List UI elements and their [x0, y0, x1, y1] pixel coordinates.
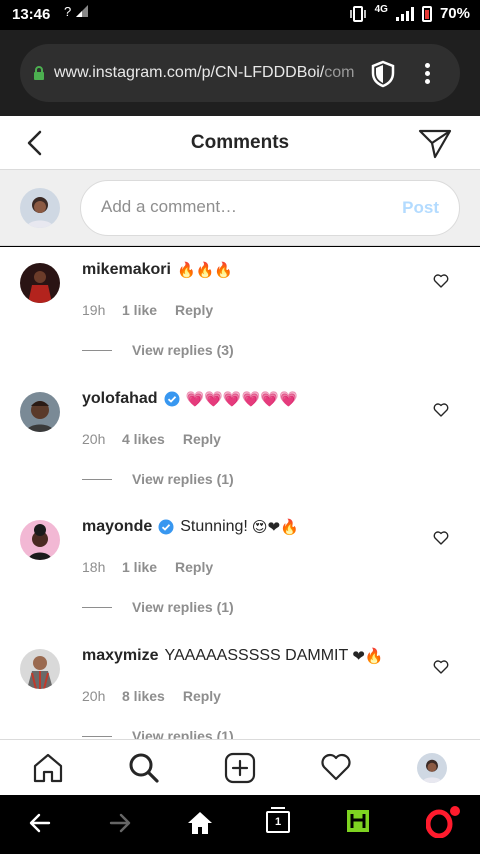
comment-composer: Post: [0, 170, 480, 246]
comment-time: 19h: [82, 302, 106, 318]
download-icon[interactable]: [346, 809, 370, 833]
status-indicators: 4G 70%: [349, 4, 470, 22]
like-heart-icon[interactable]: [433, 403, 449, 417]
network-unknown-label: ?: [64, 4, 72, 19]
comment-emoji: ❤🔥: [352, 647, 384, 665]
status-bar: 13:46 ? 4G 70%: [0, 0, 480, 30]
like-heart-icon[interactable]: [433, 660, 449, 674]
view-replies-label: View replies (3): [132, 342, 234, 358]
comment-input[interactable]: [101, 197, 391, 217]
replies-divider: [82, 735, 112, 737]
bottom-nav: [0, 739, 480, 795]
lock-icon: [34, 66, 44, 80]
comment-body: Stunning!: [180, 518, 248, 535]
battery-icon: [421, 5, 432, 22]
view-replies-label: View replies (1): [132, 728, 234, 739]
back-arrow-icon[interactable]: [28, 811, 52, 835]
home-icon[interactable]: [32, 752, 64, 784]
comment-text-line: yolofahad 💗💗💗💗💗💗: [82, 390, 424, 408]
vibrate-icon: [349, 5, 366, 22]
comment-item: mayonde Stunning! 😍❤🔥 18h 1 like Reply V…: [0, 504, 480, 632]
like-heart-icon[interactable]: [433, 274, 449, 288]
comment-meta: 19h 1 like Reply: [82, 302, 213, 318]
browser-toolbar: 1: [0, 795, 480, 854]
comment-meta: 20h 4 likes Reply: [82, 431, 221, 447]
comment-likes[interactable]: 8 likes: [122, 688, 165, 704]
reply-button[interactable]: Reply: [175, 559, 213, 575]
comment-item: yolofahad 💗💗💗💗💗💗 20h 4 likes Reply View …: [0, 376, 480, 504]
forward-arrow-icon[interactable]: [108, 811, 132, 835]
comment-text-line: maxymize YAAAAASSSSS DAMMIT ❤🔥: [82, 647, 424, 665]
view-replies-label: View replies (1): [132, 599, 234, 615]
notification-dot-icon: [450, 806, 460, 816]
status-time: 13:46: [12, 6, 51, 23]
shield-icon[interactable]: [370, 60, 396, 88]
url-dim: com: [324, 64, 355, 81]
network-icon: ?: [64, 4, 89, 19]
post-button[interactable]: Post: [402, 198, 439, 218]
like-heart-icon[interactable]: [433, 531, 449, 545]
browser-chrome: www.instagram.com/p/CN-LFDDDBoi/com: [0, 30, 480, 116]
more-options-icon[interactable]: [420, 62, 434, 84]
comment-time: 20h: [82, 688, 106, 704]
home-button-icon[interactable]: [187, 811, 213, 835]
comment-time: 18h: [82, 559, 106, 575]
avatar[interactable]: [20, 263, 60, 303]
comment-likes[interactable]: 1 like: [122, 302, 157, 318]
new-post-icon[interactable]: [224, 752, 256, 784]
comment-text-line: mayonde Stunning! 😍❤🔥: [82, 518, 424, 536]
comment-text-line: mikemakori 🔥🔥🔥: [82, 261, 424, 279]
comment-box: Post: [80, 180, 460, 236]
avatar[interactable]: [20, 392, 60, 432]
comment-likes[interactable]: 4 likes: [122, 431, 165, 447]
view-replies-link[interactable]: View replies (1): [82, 728, 234, 739]
url-bar[interactable]: www.instagram.com/p/CN-LFDDDBoi/com: [20, 44, 460, 102]
url-text[interactable]: www.instagram.com/p/CN-LFDDDBoi/com: [54, 64, 360, 82]
view-replies-link[interactable]: View replies (3): [82, 342, 234, 358]
comment-body: YAAAAASSSSS DAMMIT: [164, 647, 349, 664]
cell-signal-icon: [395, 6, 414, 21]
view-replies-link[interactable]: View replies (1): [82, 471, 234, 487]
view-replies-label: View replies (1): [132, 471, 234, 487]
comment-item: mikemakori 🔥🔥🔥 19h 1 like Reply View rep…: [0, 247, 480, 375]
comment-time: 20h: [82, 431, 106, 447]
page-title: Comments: [190, 132, 290, 153]
view-replies-link[interactable]: View replies (1): [82, 599, 234, 615]
search-icon[interactable]: [128, 752, 160, 784]
profile-avatar[interactable]: [417, 753, 447, 783]
reply-button[interactable]: Reply: [183, 688, 221, 704]
comment-likes[interactable]: 1 like: [122, 559, 157, 575]
reply-button[interactable]: Reply: [175, 302, 213, 318]
comment-username[interactable]: mikemakori: [82, 261, 171, 279]
comment-username[interactable]: mayonde: [82, 518, 152, 536]
comment-item: maxymize YAAAAASSSSS DAMMIT ❤🔥 20h 8 lik…: [0, 633, 480, 739]
comment-list: mikemakori 🔥🔥🔥 19h 1 like Reply View rep…: [0, 247, 480, 739]
comment-emoji: 😍❤🔥: [251, 518, 299, 536]
verified-badge-icon: [158, 519, 174, 535]
comment-username[interactable]: maxymize: [82, 647, 159, 665]
replies-divider: [82, 478, 112, 480]
url-main: www.instagram.com/p/CN-LFDDDBoi/: [54, 64, 325, 81]
battery-level: 70%: [439, 5, 470, 22]
current-user-avatar: [20, 188, 60, 228]
share-direct-icon[interactable]: [418, 128, 452, 160]
avatar[interactable]: [20, 520, 60, 560]
tabs-icon[interactable]: 1: [266, 807, 290, 833]
replies-divider: [82, 349, 112, 351]
comment-emoji: 🔥🔥🔥: [176, 261, 233, 279]
replies-divider: [82, 606, 112, 608]
comment-emoji: 💗💗💗💗💗💗: [185, 390, 298, 408]
signal-icon: [75, 5, 88, 17]
mobile-data-icon: 4G: [374, 4, 388, 15]
verified-badge-icon: [164, 391, 180, 407]
comment-meta: 18h 1 like Reply: [82, 559, 213, 575]
activity-heart-icon[interactable]: [320, 752, 352, 782]
reply-button[interactable]: Reply: [183, 431, 221, 447]
app-header: Comments: [0, 116, 480, 170]
comment-meta: 20h 8 likes Reply: [82, 688, 221, 704]
comment-username[interactable]: yolofahad: [82, 390, 158, 408]
avatar[interactable]: [20, 649, 60, 689]
